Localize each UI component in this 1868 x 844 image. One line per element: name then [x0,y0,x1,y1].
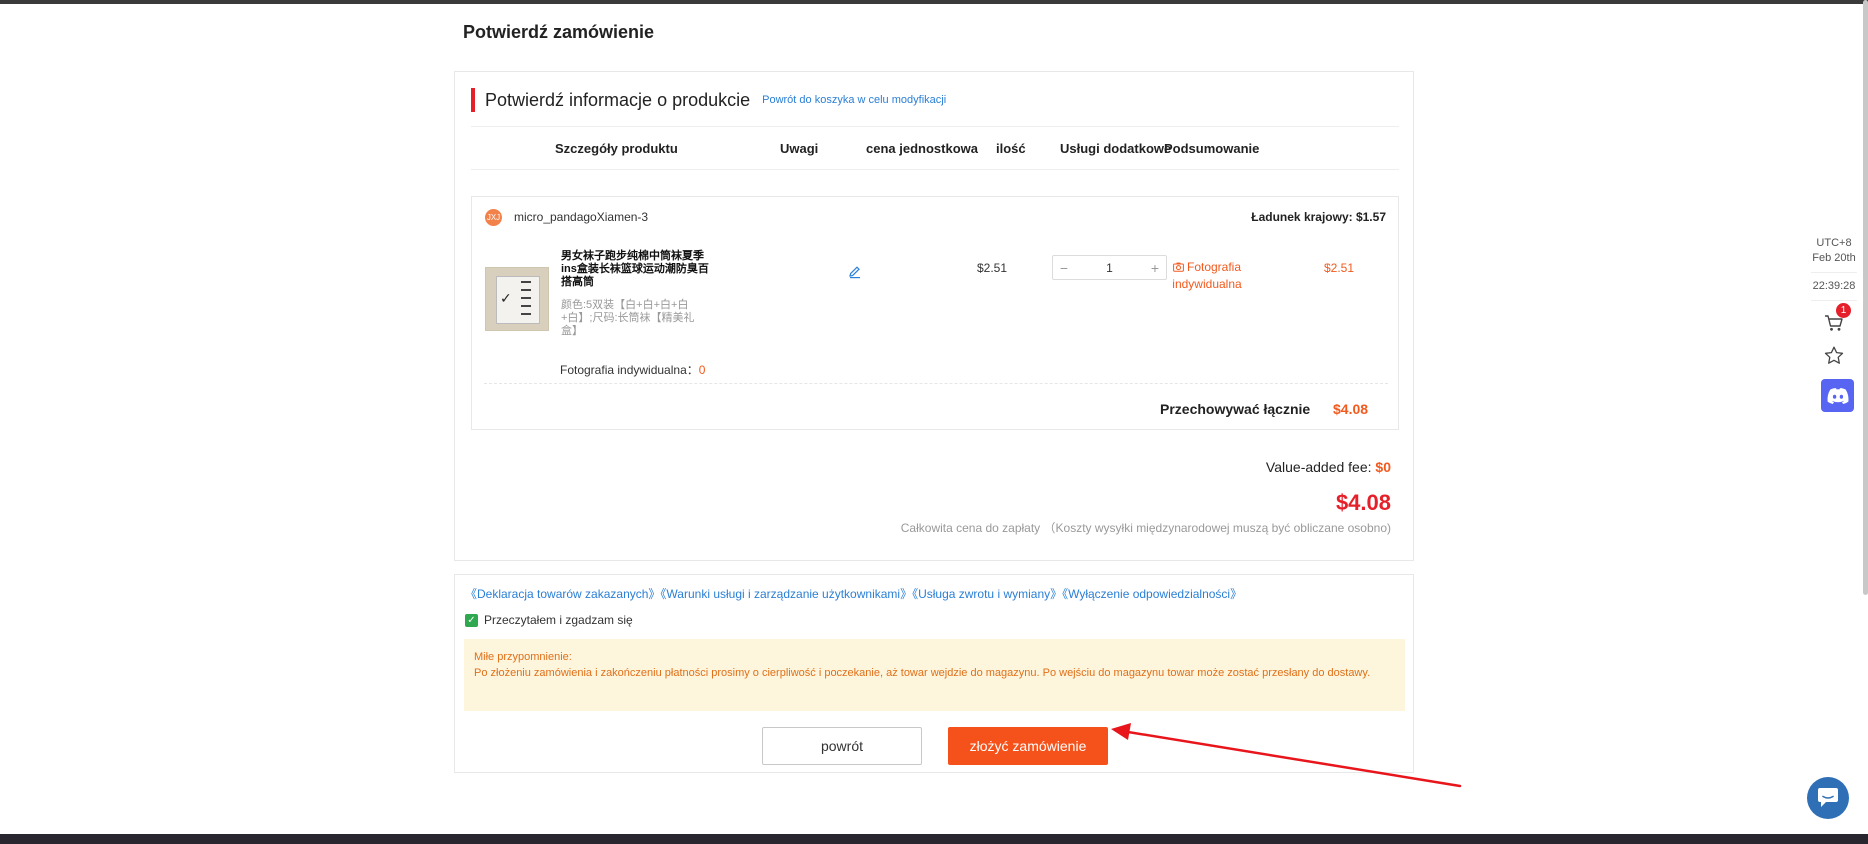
back-to-cart-link[interactable]: Powrót do koszyka w celu modyfikacji [762,94,946,106]
col-product-details: Szczegóły produktu [555,141,678,156]
table-header: Szczegóły produktu Uwagi cena jednostkow… [471,126,1399,170]
grand-total-note: Całkowita cena do zapłaty （Koszty wysyłk… [900,521,1391,535]
unit-price: $2.51 [977,261,1008,275]
right-sidebar: UTC+8 Feb 20th 22:39:28 1 [1811,236,1857,371]
terms-link-service-terms[interactable]: 《Warunki usługi i zarządzanie użytkownik… [660,587,912,601]
sidebar-divider [1811,272,1857,273]
grand-total: $4.08 [1335,490,1391,515]
terms-link-returns[interactable]: 《Usługa zwrotu i wymiany》 [912,587,1062,601]
value-added-fee: Value-added fee: $0 [1266,459,1391,475]
sidebar-divider [1811,300,1857,301]
sidebar-cart-button[interactable]: 1 [1811,303,1857,339]
agree-checkbox[interactable]: ✓ [465,613,478,627]
product-attributes: 颜色:5双装【白+白+白+白+白】;尺码:长筒袜【精美礼盒】 [561,299,695,337]
discord-icon [1827,387,1848,404]
col-additional-services: Usługi dodatkowe [1060,141,1172,156]
star-icon [1824,346,1844,364]
col-quantity: ilość [996,141,1026,156]
brand-swoosh-icon: ✓ [500,290,512,306]
edit-remark-icon[interactable] [848,265,862,279]
section-header: Potwierdź informacje o produkcie Powrót … [471,88,946,112]
timezone-label: UTC+8 [1816,237,1852,249]
photo-service-count: Fotografia indywidualna：0 [560,361,705,378]
date-label: Feb 20th [1812,252,1856,264]
product-thumbnail[interactable]: ✓ [485,267,549,331]
agree-label[interactable]: Przeczytałem i zgadzam się [484,613,633,627]
confirmation-card: 《Deklaracja towarów zakazanych》《Warunki … [454,574,1414,773]
reminder-notice: Miłe przypomnienie: Po złożeniu zamówien… [464,639,1405,711]
col-remarks: Uwagi [780,141,819,156]
qty-decrease-button[interactable]: − [1053,260,1075,276]
chat-bubble-icon [1818,788,1838,807]
cart-count-badge: 1 [1836,303,1851,318]
notice-title: Miłe przypomnienie: [474,651,572,663]
vat-label: Value-added fee: [1265,459,1372,475]
item-subtotal: $2.51 [1324,261,1355,275]
clock-label: 22:39:28 [1812,280,1856,292]
discord-button[interactable] [1821,379,1854,412]
addon-photo-service[interactable]: Fotografia indywidualna [1162,259,1252,293]
quantity-input[interactable] [1075,260,1144,275]
terms-link-disclaimer[interactable]: 《Wyłączenie odpowiedzialności》 [1062,587,1242,601]
store-block: JXJ micro_pandagoXiamen-3 Ładunek krajow… [471,196,1399,430]
col-unit-price: cena jednostkowa [866,141,978,156]
product-info-card: Potwierdź informacje o produkcie Powrót … [454,71,1414,561]
store-name: micro_pandagoXiamen-3 [514,210,649,224]
quantity-stepper: − + [1052,255,1167,280]
store-total-label: Przechowywać łącznie [1160,401,1311,417]
vat-value: $0 [1375,459,1391,475]
photo-service-label: Fotografia indywidualna： [560,363,699,377]
camera-icon [1173,262,1184,272]
notice-body: Po złożeniu zamówienia i zakończeniu pła… [474,667,1371,679]
support-chat-button[interactable] [1807,777,1849,819]
terms-link-prohibited-goods[interactable]: 《Deklaracja towarów zakazanych》 [465,587,660,601]
taskbar [0,834,1868,844]
divider [484,383,1388,384]
domestic-shipping: Ładunek krajowy: $1.57 [1251,210,1386,224]
agree-row: ✓ Przeczytałem i zgadzam się [465,613,633,627]
store-total-value: $4.08 [1333,401,1369,417]
window-top-border [0,0,1868,4]
product-name[interactable]: 男女袜子跑步纯棉中筒袜夏季ins盒装长袜篮球运动潮防臭百搭高筒 [561,250,716,289]
photo-service-number: 0 [698,363,706,377]
section-title: Potwierdź informacje o produkcie [485,89,751,110]
col-summary: Podsumowanie [1164,141,1260,156]
terms-links: 《Deklaracja towarów zakazanych》《Warunki … [465,585,1242,602]
section-accent-bar [471,88,475,112]
back-button[interactable]: powrót [762,727,922,765]
sidebar-favorites-button[interactable] [1811,339,1857,371]
store-logo-icon: JXJ [485,209,502,226]
page-title: Potwierdź zamówienie [463,22,655,42]
page-scrollbar[interactable] [1863,0,1868,595]
place-order-button[interactable]: złożyć zamówienie [948,727,1108,765]
